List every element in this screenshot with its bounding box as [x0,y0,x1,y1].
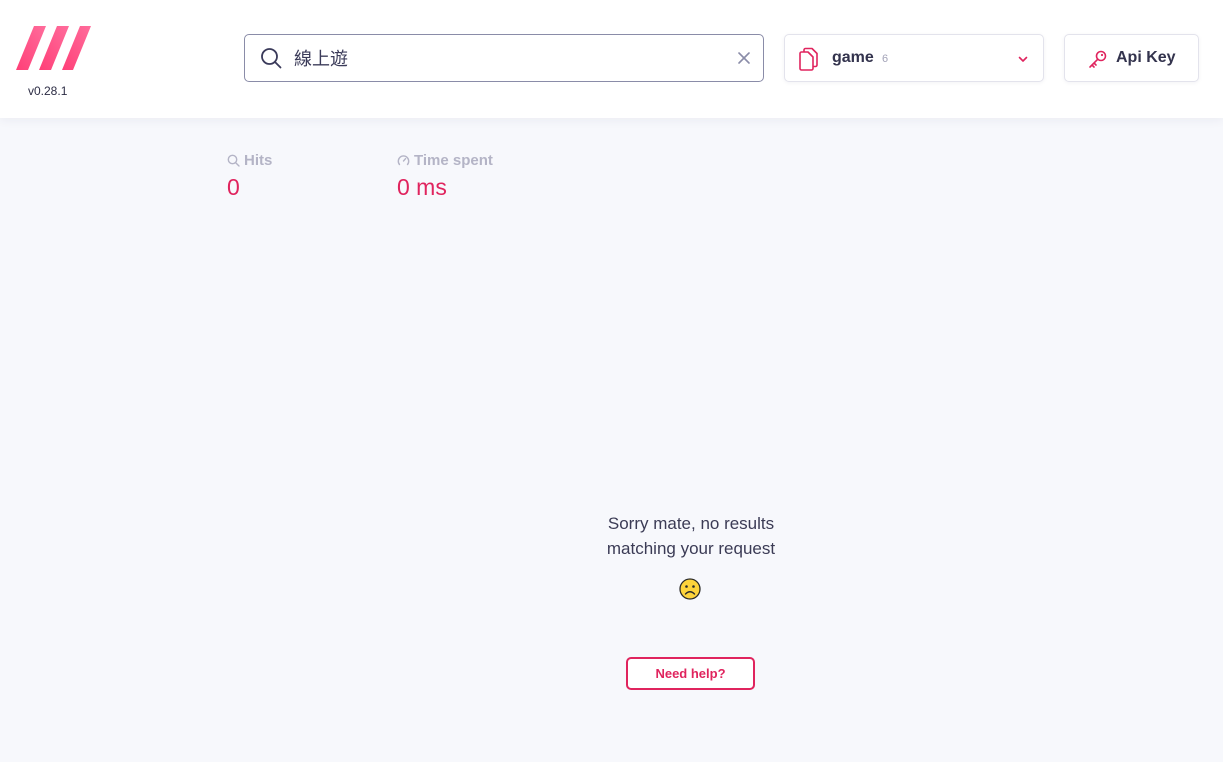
version-label: v0.28.1 [28,84,68,98]
no-results-line-2: matching your request [606,539,776,558]
hits-label: Hits [244,152,273,169]
speedometer-icon [397,155,410,166]
time-spent-stat: Time spent 0 ms [397,152,493,201]
hits-value: 0 [227,174,240,200]
api-key-label: Api Key [1116,49,1176,66]
close-icon[interactable] [736,50,752,66]
index-selector[interactable]: game 6 [784,34,1044,82]
need-help-button[interactable]: Need help? [626,657,755,690]
time-spent-value: 0 ms [397,174,447,200]
index-document-count: 6 [882,53,889,65]
frown-face-icon [679,578,701,600]
search-icon [227,154,240,167]
header: v0.28.1 game 6 Api Key [0,0,1223,118]
api-key-button[interactable]: Api Key [1064,34,1199,82]
search-box[interactable] [244,34,764,82]
search-input[interactable] [294,44,714,72]
hits-stat: Hits 0 [227,152,272,201]
index-name: game [832,49,874,66]
meilisearch-logo[interactable] [16,25,92,71]
search-icon [261,48,282,69]
no-results-message: Sorry mate, no results matching your req… [560,511,822,561]
time-spent-label: Time spent [414,152,493,169]
chevron-down-icon [1018,56,1028,62]
no-results-line-1: Sorry mate, no results [607,514,775,533]
documents-icon [799,47,818,71]
key-icon [1089,50,1107,68]
